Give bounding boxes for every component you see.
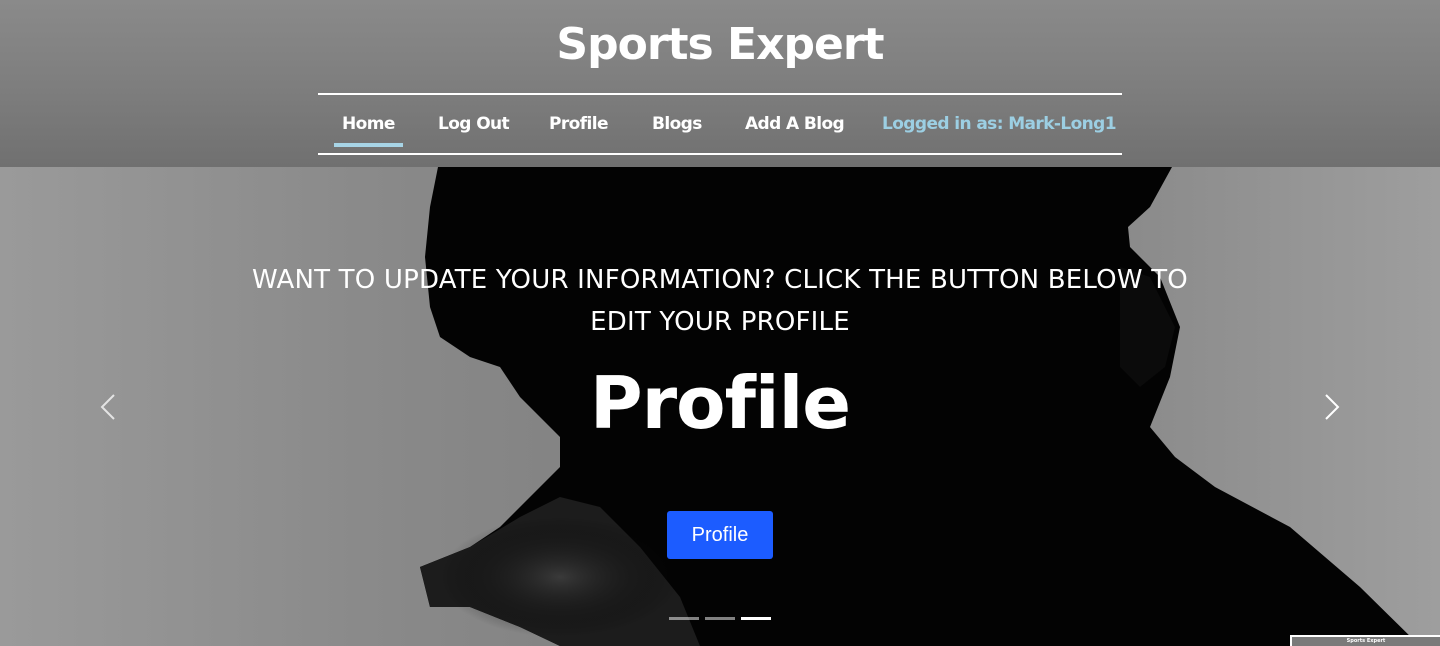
- carousel-next-button[interactable]: [1312, 387, 1352, 427]
- logged-in-user: Logged in as: Mark-Long1: [882, 114, 1117, 134]
- hero-title: Profile: [589, 361, 851, 445]
- chevron-left-icon: [100, 394, 115, 420]
- carousel-prev-button[interactable]: [88, 387, 128, 427]
- nav-add-a-blog[interactable]: Add A Blog: [745, 95, 845, 153]
- profile-button[interactable]: Profile: [667, 511, 773, 559]
- hero-caption-line-1: WANT TO UPDATE YOUR INFORMATION? CLICK T…: [252, 265, 1188, 295]
- nav-blogs[interactable]: Blogs: [652, 95, 702, 153]
- hero-caption-line-2: EDIT YOUR PROFILE: [590, 307, 850, 337]
- page: Sports Expert Home Log Out Profile Blogs…: [0, 0, 1440, 646]
- carousel-indicator-1[interactable]: [669, 617, 699, 620]
- mini-page-thumbnail: Sports Expert: [1290, 635, 1440, 646]
- nav-profile[interactable]: Profile: [549, 95, 609, 153]
- nav-home[interactable]: Home: [334, 95, 403, 153]
- main-nav: Home Log Out Profile Blogs Add A Blog Lo…: [318, 93, 1122, 155]
- hero-caption: WANT TO UPDATE YOUR INFORMATION? CLICK T…: [220, 259, 1220, 343]
- mini-thumbnail-title: Sports Expert: [1346, 638, 1386, 644]
- carousel-indicator-3[interactable]: [741, 617, 771, 620]
- carousel-indicator-2[interactable]: [705, 617, 735, 620]
- chevron-right-icon: [1325, 394, 1340, 420]
- site-header: Sports Expert Home Log Out Profile Blogs…: [0, 0, 1440, 167]
- carousel-indicators: [669, 617, 771, 623]
- hero-carousel: WANT TO UPDATE YOUR INFORMATION? CLICK T…: [0, 167, 1440, 646]
- site-logo-title[interactable]: Sports Expert: [0, 18, 1440, 72]
- nav-log-out[interactable]: Log Out: [438, 95, 510, 153]
